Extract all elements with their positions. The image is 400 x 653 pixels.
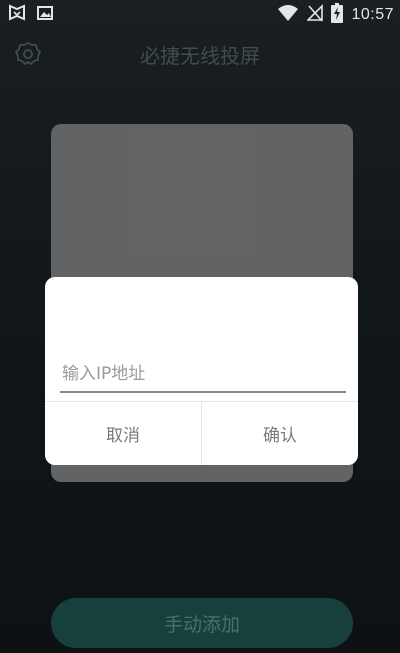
confirm-button-label: 确认 — [263, 426, 297, 446]
ip-address-input[interactable] — [60, 357, 346, 393]
manual-add-label: 手动添加 — [163, 613, 240, 636]
ip-input-dialog: 取消 确认 — [45, 277, 358, 465]
confirm-button[interactable]: 确认 — [202, 402, 358, 465]
cancel-button-label: 取消 — [106, 426, 140, 446]
cancel-button[interactable]: 取消 — [45, 402, 201, 465]
manual-add-button[interactable]: 手动添加 — [51, 598, 353, 648]
